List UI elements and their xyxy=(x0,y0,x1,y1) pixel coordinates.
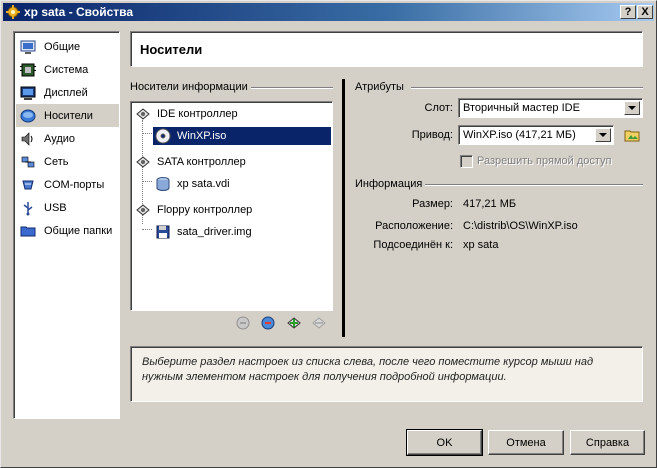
storage-tree-divider xyxy=(251,87,333,89)
attributes-label: Атрибуты xyxy=(355,81,404,93)
tree-item-ide-controller[interactable]: IDE контроллер xyxy=(135,105,238,123)
sidebar-item-general[interactable]: Общие xyxy=(16,35,119,58)
title-bar[interactable]: xp sata - Свойства ? X xyxy=(3,3,654,21)
storage-tree-label: Носители информации xyxy=(130,81,248,93)
floppy-disk-icon xyxy=(156,225,170,239)
properties-dialog: xp sata - Свойства ? X Общие Система Дис… xyxy=(0,0,657,468)
passthrough-checkbox[interactable] xyxy=(460,155,473,168)
floppy-controller-icon xyxy=(136,204,150,216)
info-size-value: 417,21 МБ xyxy=(463,198,517,210)
add-disk-icon[interactable] xyxy=(285,314,303,332)
tree-item-sata-driver-img[interactable]: sata_driver.img xyxy=(155,223,252,241)
slot-select[interactable]: Вторичный мастер IDE xyxy=(458,98,643,118)
info-size-label: Размер: xyxy=(412,198,453,210)
usb-icon xyxy=(23,201,33,215)
sidebar-item-system[interactable]: Система xyxy=(16,58,119,81)
page-header: Носители xyxy=(130,31,643,67)
remove-attachment-icon[interactable] xyxy=(310,314,328,332)
help-title-button[interactable]: ? xyxy=(620,5,636,19)
information-label: Информация xyxy=(355,178,423,190)
settings-sidebar: Общие Система Дисплей Носители Аудио Сет… xyxy=(13,31,120,419)
close-title-button[interactable]: X xyxy=(637,5,653,19)
drive-dropdown-button[interactable] xyxy=(595,128,611,142)
storage-tree[interactable]: IDE контроллер WinXP.iso SATA контроллер… xyxy=(130,101,333,311)
chevron-down-icon xyxy=(599,133,607,137)
drive-select[interactable]: WinXP.iso (417,21 МБ) xyxy=(458,125,614,145)
slot-label: Слот: xyxy=(424,102,453,114)
tree-item-xp-sata-vdi[interactable]: xp sata.vdi xyxy=(155,175,230,193)
add-attachment-icon[interactable] xyxy=(259,314,277,332)
add-controller-icon[interactable] xyxy=(234,314,252,332)
attributes-divider xyxy=(411,87,643,89)
gear-icon xyxy=(6,5,20,19)
audio-icon xyxy=(21,131,33,146)
cd-disc-icon xyxy=(155,128,171,144)
chevron-down-icon xyxy=(628,106,636,110)
sidebar-item-audio[interactable]: Аудио xyxy=(16,127,119,150)
general-icon xyxy=(20,40,36,54)
description-box: Выберите раздел настроек из списка слева… xyxy=(130,346,643,402)
slot-value: Вторичный мастер IDE xyxy=(463,102,580,114)
hard-disk-icon xyxy=(156,177,170,191)
storage-icon xyxy=(20,109,36,122)
display-icon xyxy=(20,86,36,100)
panel-divider xyxy=(342,79,345,337)
passthrough-label: Разрешить прямой доступ xyxy=(477,155,612,167)
info-attached-value: xp sata xyxy=(463,239,499,251)
system-icon xyxy=(20,63,36,76)
sidebar-item-storage[interactable]: Носители xyxy=(16,104,119,127)
tree-item-sata-controller[interactable]: SATA контроллер xyxy=(135,153,246,171)
sidebar-item-shared-folders[interactable]: Общие папки xyxy=(16,219,119,242)
info-location-label: Расположение: xyxy=(375,220,453,232)
shared-folder-icon xyxy=(20,226,36,236)
open-image-folder-icon[interactable] xyxy=(624,127,640,143)
information-divider xyxy=(425,184,643,186)
sidebar-item-com-ports[interactable]: COM-порты xyxy=(16,173,119,196)
network-icon xyxy=(21,156,35,167)
sidebar-item-network[interactable]: Сеть xyxy=(16,150,119,173)
tree-item-floppy-controller[interactable]: Floppy контроллер xyxy=(135,201,252,219)
drive-value: WinXP.iso (417,21 МБ) xyxy=(463,129,576,141)
ide-controller-icon xyxy=(136,108,150,120)
com-port-icon xyxy=(22,180,34,189)
page-title: Носители xyxy=(140,42,203,57)
sidebar-item-usb[interactable]: USB xyxy=(16,196,119,219)
drive-label: Привод: xyxy=(411,129,453,141)
ok-button[interactable]: OK xyxy=(406,429,483,456)
sidebar-item-display[interactable]: Дисплей xyxy=(16,81,119,104)
info-location-value: C:\distrib\OS\WinXP.iso xyxy=(463,220,578,232)
tree-item-winxp-iso[interactable]: WinXP.iso xyxy=(153,127,331,145)
help-button[interactable]: Справка xyxy=(570,430,645,455)
window-title: xp sata - Свойства xyxy=(24,5,134,19)
cancel-button[interactable]: Отмена xyxy=(488,430,564,455)
slot-dropdown-button[interactable] xyxy=(624,101,640,115)
info-attached-label: Подсоединён к: xyxy=(373,239,453,251)
sata-controller-icon xyxy=(136,156,150,168)
